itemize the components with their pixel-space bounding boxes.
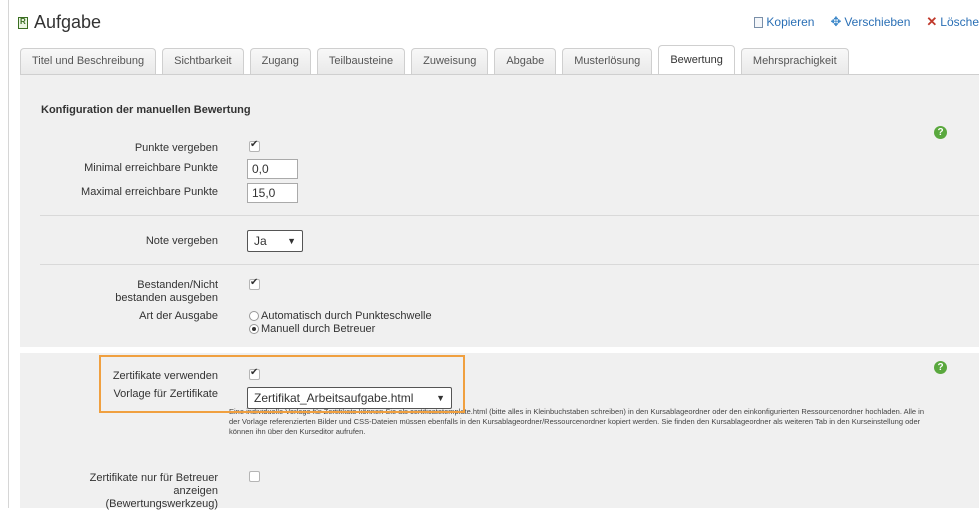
tab-multilingual[interactable]: Mehrsprachigkeit (740, 48, 849, 74)
help-icon[interactable]: ? (934, 126, 947, 139)
copy-label: Kopieren (766, 15, 815, 29)
output-option-auto-label: Automatisch durch Punkteschwelle (261, 310, 432, 322)
points-checkbox[interactable] (249, 139, 260, 152)
toolbar-actions: Kopieren ✥ Verschieben ✕ Lösche (754, 14, 979, 30)
help-icon[interactable]: ? (934, 361, 947, 374)
tab-sample-solution[interactable]: Musterlösung (562, 48, 653, 74)
chevron-down-icon: ▼ (287, 236, 296, 246)
tab-grading[interactable]: Bewertung (658, 45, 735, 74)
output-option-auto[interactable]: Automatisch durch Punkteschwelle (249, 310, 432, 322)
output-option-manual-label: Manuell durch Betreuer (261, 323, 376, 335)
move-icon: ✥ (830, 14, 842, 29)
grade-select-value: Ja (254, 234, 267, 248)
radio-manual[interactable] (249, 324, 259, 334)
tab-submission[interactable]: Abgabe (494, 48, 557, 74)
passed-checkbox[interactable] (249, 277, 260, 290)
copy-button[interactable]: Kopieren (754, 14, 814, 30)
output-label: Art der Ausgabe (139, 310, 218, 322)
coach-only-checkbox[interactable] (249, 471, 260, 482)
tab-assignment[interactable]: Zuweisung (411, 48, 489, 74)
points-label: Punkte vergeben (134, 142, 218, 154)
delete-icon: ✕ (926, 14, 938, 29)
grading-config-panel: Konfiguration der manuellen Bewertung ? … (20, 74, 979, 347)
divider (40, 264, 979, 265)
delete-button[interactable]: ✕ Lösche (926, 14, 979, 30)
move-button[interactable]: ✥ Verschieben (830, 14, 910, 30)
radio-auto[interactable] (249, 311, 259, 321)
tab-access[interactable]: Zugang (249, 48, 311, 74)
min-points-label: Minimal erreichbare Punkte (84, 162, 218, 174)
course-element-icon (18, 16, 28, 29)
section-title: Konfiguration der manuellen Bewertung (41, 104, 251, 116)
grade-select[interactable]: Ja ▼ (247, 230, 303, 252)
grade-label: Note vergeben (145, 235, 218, 247)
tab-title-description[interactable]: Titel und Beschreibung (20, 48, 157, 74)
passed-label: Bestanden/Nicht bestanden ausgeben (115, 279, 218, 304)
tab-visibility[interactable]: Sichtbarkeit (162, 48, 244, 74)
max-points-input[interactable]: 15,0 (247, 183, 298, 203)
title-row: Aufgabe (18, 12, 101, 33)
coach-only-label: Zertifikate nur für Betreuer anzeigen (B… (89, 472, 218, 510)
divider (40, 215, 979, 216)
max-points-label: Maximal erreichbare Punkte (81, 186, 218, 198)
tab-elements[interactable]: Teilbausteine (316, 48, 406, 74)
min-points-input[interactable]: 0,0 (247, 159, 298, 179)
move-label: Verschieben (844, 15, 911, 29)
highlight-box (99, 355, 465, 413)
delete-label: Lösche (940, 15, 979, 29)
output-option-manual[interactable]: Manuell durch Betreuer (249, 323, 375, 335)
copy-icon (754, 16, 764, 28)
page-title: Aufgabe (34, 12, 102, 32)
tab-bar: Titel und Beschreibung Sichtbarkeit Zuga… (20, 45, 849, 74)
